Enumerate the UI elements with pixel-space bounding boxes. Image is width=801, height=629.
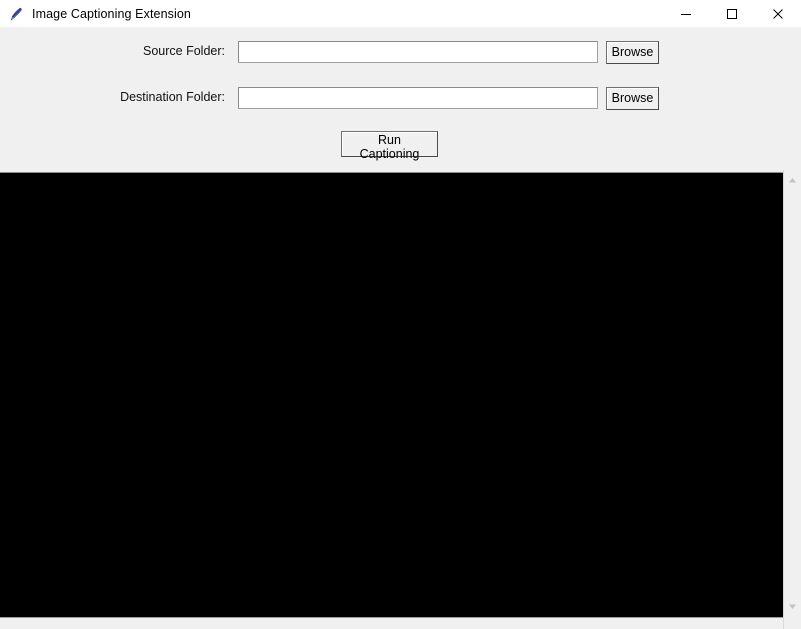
destination-folder-row: Destination Folder: Browse <box>0 87 801 111</box>
source-folder-label: Source Folder: <box>143 44 225 58</box>
chevron-up-icon <box>788 177 797 184</box>
minimize-icon <box>680 8 692 20</box>
window-title: Image Captioning Extension <box>32 6 191 21</box>
source-browse-button[interactable]: Browse <box>606 41 659 64</box>
source-folder-row: Source Folder: Browse <box>0 41 801 65</box>
form-area: Source Folder: Browse Destination Folder… <box>0 27 801 173</box>
destination-browse-button[interactable]: Browse <box>606 87 659 110</box>
close-icon <box>772 8 784 20</box>
output-console-panel[interactable] <box>0 173 783 617</box>
maximize-button[interactable] <box>709 0 755 27</box>
maximize-icon <box>726 8 738 20</box>
destination-folder-input[interactable] <box>238 87 598 109</box>
source-folder-input[interactable] <box>238 41 598 63</box>
python-feather-icon <box>8 6 24 22</box>
scroll-up-button[interactable] <box>784 172 801 189</box>
scroll-down-button[interactable] <box>784 598 801 615</box>
run-captioning-button[interactable]: Run Captioning <box>341 131 438 161</box>
close-button[interactable] <box>755 0 801 27</box>
application-window: Image Captioning Extension Source Folder… <box>0 0 801 629</box>
minimize-button[interactable] <box>663 0 709 27</box>
destination-folder-label: Destination Folder: <box>120 90 225 104</box>
output-console-text <box>0 173 783 177</box>
output-panel-bottom-edge <box>0 617 783 618</box>
output-scrollbar[interactable] <box>783 170 801 629</box>
chevron-down-icon <box>788 603 797 610</box>
window-controls <box>663 0 801 27</box>
title-bar: Image Captioning Extension <box>0 0 801 27</box>
